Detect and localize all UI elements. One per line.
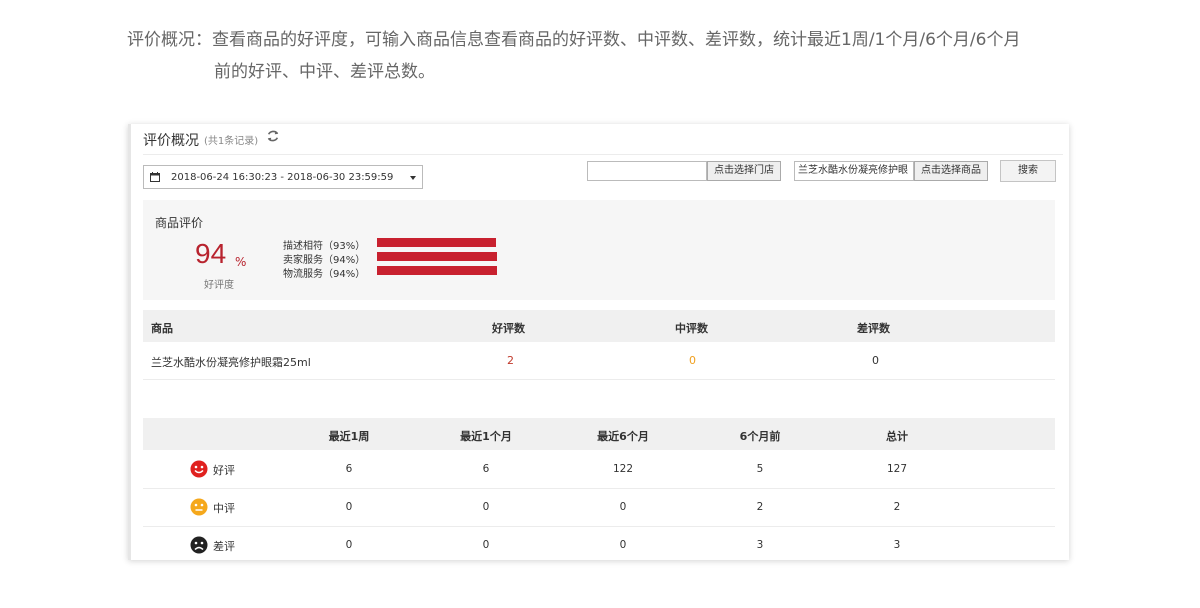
intro-label: 评价概况： xyxy=(127,30,212,50)
select-product-button[interactable]: 点击选择商品 xyxy=(914,161,988,181)
col-last-month: 最近1个月 xyxy=(460,430,512,443)
stat-cell: 0 xyxy=(619,539,627,551)
panel-header: 评价概况 (共1条记录) xyxy=(143,124,1063,155)
product-name: 兰芝水酷水份凝亮修护眼霜25ml xyxy=(151,356,311,369)
col-bad-count: 差评数 xyxy=(857,322,890,335)
stat-cell: 0 xyxy=(482,539,490,551)
percent-sign: % xyxy=(235,255,247,269)
store-input[interactable] xyxy=(587,161,707,181)
col-before-6-months: 6个月前 xyxy=(739,430,781,443)
good-count: 2 xyxy=(507,354,514,367)
mid-count: 0 xyxy=(689,354,696,367)
product-table-header: 商品 好评数 中评数 差评数 xyxy=(143,310,1055,342)
rating-bar-row: 描述相符（93%） xyxy=(283,236,523,252)
stat-cell: 0 xyxy=(345,539,353,551)
rating-bar-row: 卖家服务（94%） xyxy=(283,250,523,266)
table-row: 差评 0 0 0 3 3 xyxy=(143,526,1055,564)
product-input[interactable]: 兰芝水酷水份凝亮修护眼 xyxy=(794,161,914,181)
select-store-button[interactable]: 点击选择门店 xyxy=(707,161,781,181)
stat-cell: 6 xyxy=(345,463,353,475)
date-range-picker[interactable]: 2018-06-24 16:30:23 - 2018-06-30 23:59:5… xyxy=(143,165,423,189)
stat-cell: 0 xyxy=(619,501,627,513)
stats-table-header: 最近1周 最近1个月 最近6个月 6个月前 总计 xyxy=(143,418,1055,450)
neutral-face-icon xyxy=(190,498,208,516)
search-button[interactable]: 搜索 xyxy=(1000,160,1056,182)
stat-cell: 0 xyxy=(482,501,490,513)
panel-title: 评价概况 xyxy=(143,133,199,149)
calendar-icon xyxy=(150,172,160,182)
table-row: 好评 6 6 122 5 127 xyxy=(143,450,1055,489)
positive-rate-value: 94 xyxy=(195,238,227,269)
rating-bar xyxy=(377,238,497,247)
stat-cell: 127 xyxy=(886,463,908,475)
record-count: (共1条记录) xyxy=(204,136,259,147)
intro-line1: 查看商品的好评度，可输入商品信息查看商品的好评数、中评数、差评数，统计最近1周/… xyxy=(212,30,1021,50)
col-last-6-months: 最近6个月 xyxy=(597,430,649,443)
stat-cell: 122 xyxy=(612,463,634,475)
col-last-week: 最近1周 xyxy=(328,430,370,443)
col-product: 商品 xyxy=(151,322,173,335)
review-type: 差评 xyxy=(213,540,235,553)
review-type: 好评 xyxy=(213,464,235,477)
product-rating-box: 商品评价 94 % 好评度 描述相符（93%） 卖家服务（94%） 物流服务（9… xyxy=(143,200,1055,300)
bad-count: 0 xyxy=(872,354,879,367)
date-range-value: 2018-06-24 16:30:23 - 2018-06-30 23:59:5… xyxy=(171,172,394,183)
review-type: 中评 xyxy=(213,502,235,515)
stat-cell: 2 xyxy=(756,501,764,513)
stat-cell: 6 xyxy=(482,463,490,475)
intro-text: 评价概况：查看商品的好评度，可输入商品信息查看商品的好评数、中评数、差评数，统计… xyxy=(127,24,1087,88)
rating-bars: 描述相符（93%） 卖家服务（94%） 物流服务（94%） xyxy=(283,236,523,280)
stat-cell: 3 xyxy=(756,539,764,551)
col-total: 总计 xyxy=(886,430,908,443)
stat-cell: 5 xyxy=(756,463,764,475)
stat-cell: 0 xyxy=(345,501,353,513)
positive-rate-label: 好评度 xyxy=(204,280,234,291)
intro-line2: 前的好评、中评、差评总数。 xyxy=(214,62,435,82)
rating-bar xyxy=(377,252,498,261)
happy-face-icon xyxy=(190,460,208,478)
chevron-down-icon xyxy=(410,176,416,180)
rating-title: 商品评价 xyxy=(155,216,204,230)
rating-bar-row: 物流服务（94%） xyxy=(283,264,523,280)
rating-bar-label: 物流服务（94%） xyxy=(283,269,366,280)
rating-bar xyxy=(377,266,498,275)
stat-cell: 2 xyxy=(893,501,901,513)
col-mid-count: 中评数 xyxy=(675,322,708,335)
stat-cell: 3 xyxy=(893,539,901,551)
refresh-icon[interactable] xyxy=(266,129,280,143)
table-row: 兰芝水酷水份凝亮修护眼霜25ml 2 0 0 xyxy=(143,342,1055,380)
col-good-count: 好评数 xyxy=(492,322,525,335)
review-overview-panel: 评价概况 (共1条记录) 2018-06-24 16:30:23 - 2018-… xyxy=(128,124,1069,560)
sad-face-icon xyxy=(190,536,208,554)
table-row: 中评 0 0 0 2 2 xyxy=(143,488,1055,527)
